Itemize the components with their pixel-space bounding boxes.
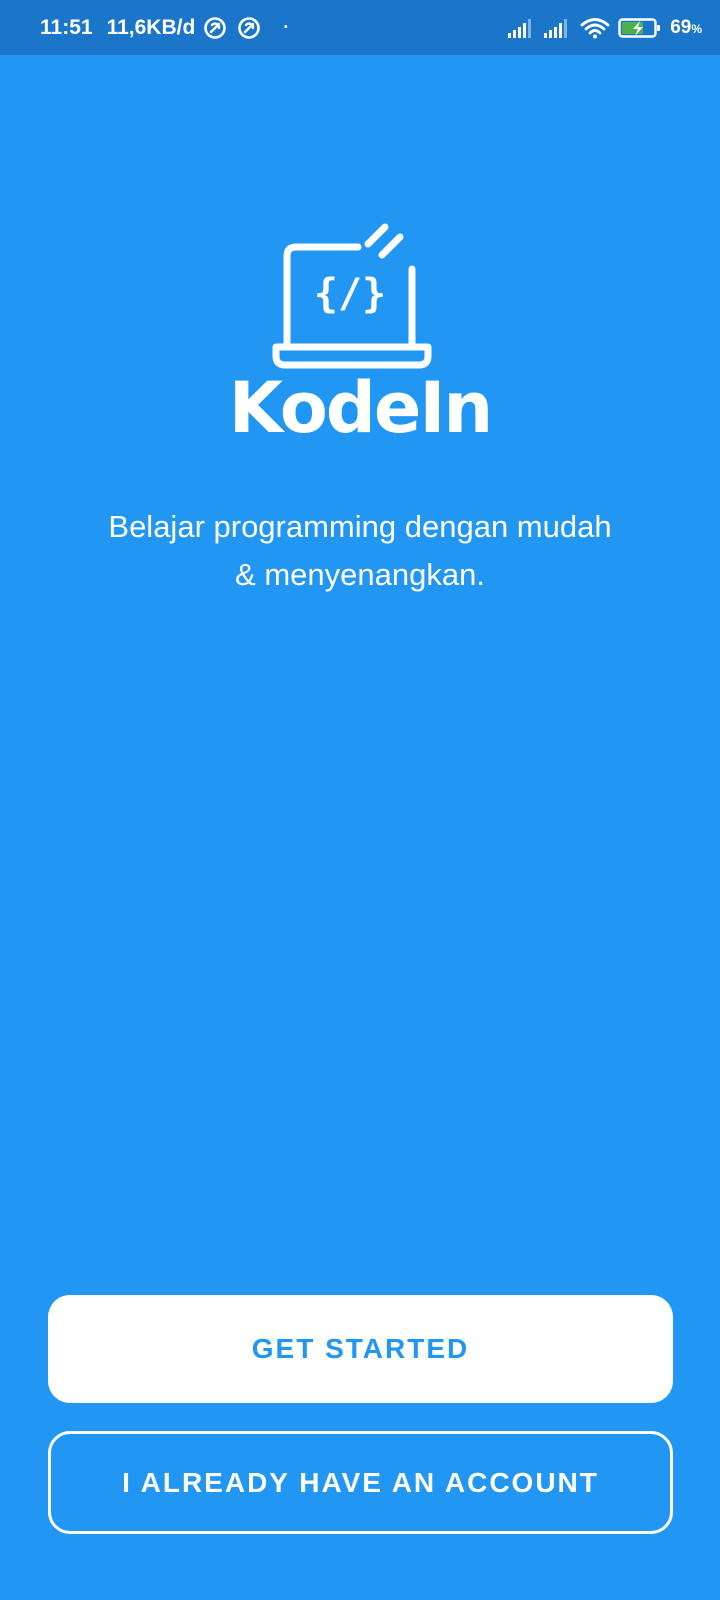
status-dot: · xyxy=(283,17,290,37)
welcome-screen: {/} KodeIn Belajar programming dengan mu… xyxy=(0,55,720,1600)
tagline: Belajar programming dengan mudah & menye… xyxy=(60,503,660,599)
signal-icon xyxy=(508,18,532,38)
notification-app-icon xyxy=(204,16,227,39)
status-right: 69% xyxy=(508,17,702,39)
status-left: 11:51 11,6KB/d · xyxy=(40,16,289,40)
logo-code-text: {/} xyxy=(314,271,386,317)
already-have-account-button[interactable]: I ALREADY HAVE AN ACCOUNT xyxy=(48,1431,673,1534)
battery-percent: 69% xyxy=(670,16,702,38)
status-bar: 11:51 11,6KB/d · 69% xyxy=(0,0,720,55)
signal-icon xyxy=(544,18,568,38)
notification-app-icon xyxy=(238,16,261,39)
wifi-icon xyxy=(580,17,610,38)
status-time: 11:51 xyxy=(40,15,93,39)
app-name: KodeIn xyxy=(228,367,494,449)
get-started-button[interactable]: GET STARTED xyxy=(48,1295,673,1403)
network-speed: 11,6KB/d xyxy=(106,15,196,39)
tagline-line-1: Belajar programming dengan mudah xyxy=(108,509,612,544)
battery-charging-icon xyxy=(618,17,661,38)
tagline-line-2: & menyenangkan. xyxy=(235,557,485,592)
